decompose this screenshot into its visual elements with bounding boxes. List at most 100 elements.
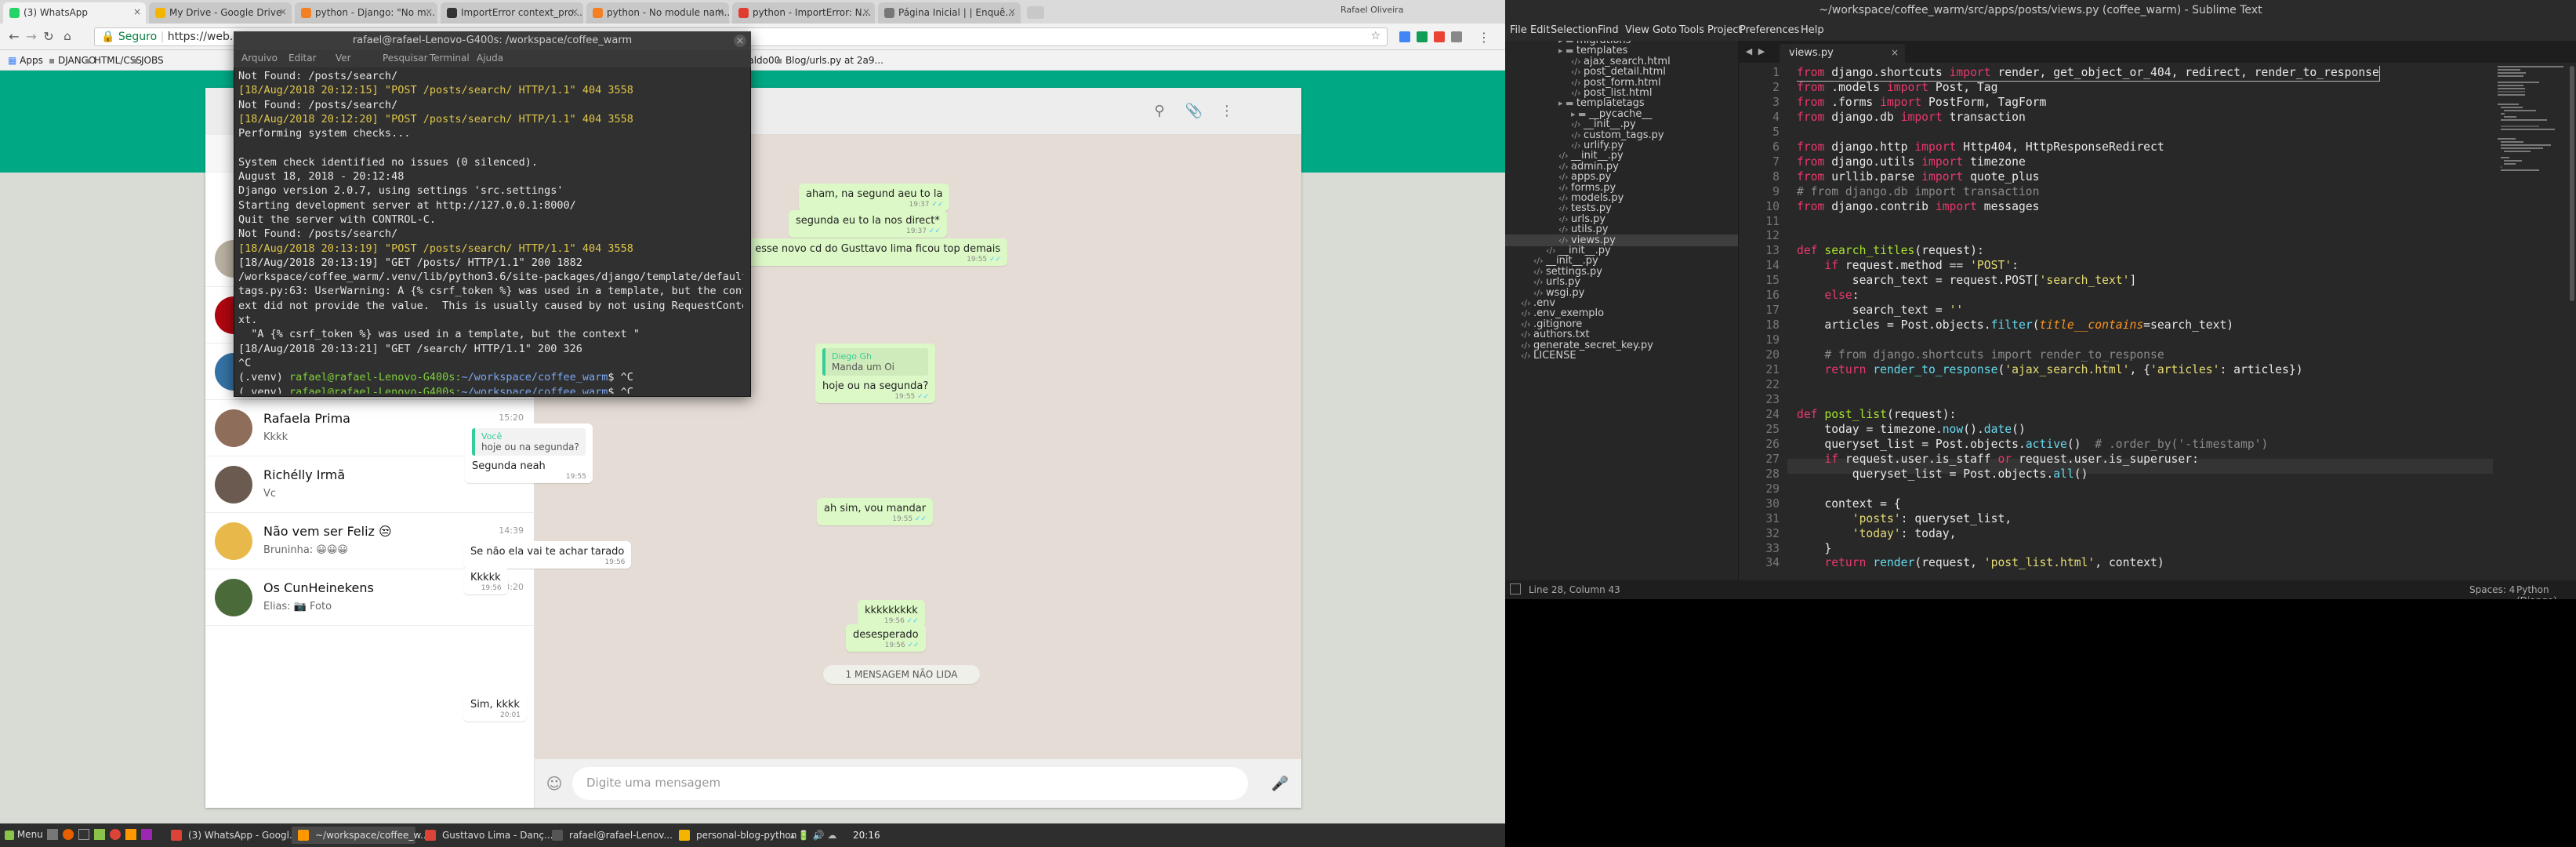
terminal-icon[interactable] bbox=[78, 829, 89, 840]
sublime-menu-item[interactable]: Project bbox=[1707, 24, 1742, 36]
taskbar-window-button[interactable]: (3) WhatsApp - Googl... bbox=[165, 827, 298, 844]
extension-icon[interactable] bbox=[1434, 31, 1445, 42]
editor-tab[interactable]: views.py × bbox=[1780, 44, 1905, 63]
code-line: if request.method == 'POST': bbox=[1824, 259, 2019, 273]
microphone-icon[interactable]: 🎤 bbox=[1270, 773, 1290, 794]
taskbar-window-button[interactable]: ~/workspace/coffee_w... bbox=[292, 827, 430, 844]
clock[interactable]: 20:16 bbox=[853, 830, 880, 841]
sublime-menu-item[interactable]: View bbox=[1625, 24, 1649, 36]
browser-tab[interactable]: (3) WhatsApp × bbox=[3, 2, 146, 24]
chevron-right-icon[interactable]: ▶ bbox=[1756, 45, 1767, 56]
file-tree-item[interactable]: ‹/› LICENSE bbox=[1521, 350, 1576, 362]
browser-tab[interactable]: ImportError context_pro... × bbox=[441, 2, 583, 24]
terminal-menu-item[interactable]: Arquivo bbox=[241, 53, 278, 64]
sublime-menu-item[interactable]: File bbox=[1510, 24, 1527, 36]
terminal-menu-item[interactable]: Pesquisar bbox=[383, 53, 428, 64]
folder-icon: ▸ ▬ bbox=[1571, 108, 1589, 119]
kebab-menu-icon[interactable]: ⋮ bbox=[1478, 30, 1490, 45]
extension-icon[interactable] bbox=[1417, 31, 1428, 42]
terminal-output[interactable]: Not Found: /posts/search/[18/Aug/2018 20… bbox=[238, 69, 743, 394]
close-icon[interactable]: × bbox=[1891, 47, 1899, 58]
close-icon[interactable]: × bbox=[425, 6, 433, 17]
close-icon[interactable]: × bbox=[133, 6, 141, 17]
sublime-menu-item[interactable]: Help bbox=[1801, 24, 1824, 36]
app-icon[interactable] bbox=[141, 829, 152, 840]
code-line: } bbox=[1824, 541, 1832, 555]
files-icon[interactable] bbox=[94, 829, 105, 840]
taskbar-window-button[interactable]: Gusttavo Lima - Danç... bbox=[419, 827, 553, 844]
file-icon: ‹/› bbox=[1533, 266, 1547, 277]
bookmark-item[interactable]: ▦ Apps bbox=[8, 55, 43, 66]
close-icon[interactable]: × bbox=[1008, 6, 1016, 17]
sublime-menu-item[interactable]: Goto bbox=[1653, 24, 1677, 36]
firefox-icon[interactable] bbox=[63, 829, 74, 840]
browser-tab[interactable]: python - Django: "No m... × bbox=[295, 2, 437, 24]
terminal-menu-item[interactable]: Terminal bbox=[430, 53, 470, 64]
bookmark-item[interactable]: ▪ JOBS bbox=[132, 55, 164, 66]
paperclip-icon[interactable]: 📎 bbox=[1184, 100, 1204, 121]
minimap-line bbox=[2501, 169, 2539, 171]
browser-tab[interactable]: My Drive - Google Drive × bbox=[149, 2, 292, 24]
message-text: Sim, kkkk bbox=[470, 699, 520, 711]
new-tab-button[interactable] bbox=[1027, 6, 1044, 19]
apps-icon: ▦ bbox=[8, 55, 20, 66]
message-time: 19:55 ✓✓ bbox=[967, 256, 1002, 264]
message-text: Kkkkk bbox=[470, 571, 501, 583]
status-spaces[interactable]: Spaces: 4 bbox=[2469, 584, 2515, 595]
profile-name[interactable]: Rafael Oliveira bbox=[1341, 5, 1403, 15]
terminal-menu-item[interactable]: Ajuda bbox=[477, 53, 503, 64]
kebab-menu-icon[interactable]: ⋮ bbox=[1217, 100, 1237, 121]
close-icon[interactable]: × bbox=[571, 6, 579, 17]
file-icon: ‹/› bbox=[1558, 224, 1572, 235]
taskbar-window-button[interactable]: personal-blog-python bbox=[673, 827, 796, 844]
scrollbar[interactable] bbox=[2570, 66, 2574, 301]
message-input[interactable]: Digite uma mensagem bbox=[572, 767, 1248, 800]
start-menu-button[interactable]: Menu bbox=[5, 829, 43, 840]
sublime-menu-item[interactable]: Preferences bbox=[1740, 24, 1799, 36]
status-icon[interactable] bbox=[1510, 583, 1521, 594]
code-line: from django.shortcuts import render, get… bbox=[1797, 66, 2380, 82]
file-icon: ‹/› bbox=[1521, 298, 1534, 308]
browser-tab[interactable]: python - No module nam... × bbox=[586, 2, 729, 24]
back-icon[interactable]: ← bbox=[6, 28, 22, 44]
extension-icon[interactable] bbox=[1451, 31, 1462, 42]
minimap[interactable] bbox=[2498, 66, 2573, 576]
terminal-menu-item[interactable]: Editar bbox=[288, 53, 317, 64]
reload-icon[interactable]: ↻ bbox=[41, 28, 56, 44]
unread-divider: 1 MENSAGEM NÃO LIDA bbox=[823, 665, 980, 684]
browser-tab[interactable]: python - ImportError: N... × bbox=[732, 2, 875, 24]
code-line: context = { bbox=[1824, 496, 1901, 511]
emoji-icon[interactable]: ☺ bbox=[544, 773, 564, 794]
avatar bbox=[215, 579, 252, 616]
bookmark-item[interactable]: ▪ Blog/urls.py at 2a9... bbox=[776, 55, 883, 66]
sublime-icon[interactable] bbox=[125, 829, 136, 840]
close-icon[interactable]: × bbox=[734, 35, 746, 47]
extension-icon[interactable] bbox=[1399, 31, 1410, 42]
code-view[interactable]: from django.shortcuts import render, get… bbox=[1797, 66, 2494, 577]
search-icon[interactable]: ⚲ bbox=[1149, 100, 1170, 121]
close-icon[interactable]: × bbox=[862, 6, 870, 17]
chevron-left-icon[interactable]: ◀ bbox=[1743, 45, 1754, 56]
sublime-menu-item[interactable]: Selection bbox=[1551, 24, 1598, 36]
home-icon[interactable]: ⌂ bbox=[60, 28, 75, 44]
close-icon[interactable]: × bbox=[717, 6, 724, 17]
file-icon: ‹/› bbox=[1571, 88, 1584, 98]
terminal-menu-item[interactable]: Ver bbox=[336, 53, 351, 64]
sublime-menu-item[interactable]: Find bbox=[1598, 24, 1619, 36]
desktop-icon[interactable] bbox=[47, 829, 58, 840]
taskbar-window-button[interactable]: rafael@rafael-Lenov... bbox=[546, 827, 673, 844]
chrome-icon[interactable] bbox=[110, 829, 121, 840]
terminal-line: August 18, 2018 - 20:12:48 bbox=[238, 170, 405, 184]
file-tree-item[interactable]: ‹/› views.py bbox=[1505, 234, 1738, 246]
browser-tab[interactable]: Página Inicial | | Enquê... × bbox=[878, 2, 1021, 24]
sublime-menu-item[interactable]: Edit bbox=[1530, 24, 1550, 36]
terminal-line: [18/Aug/2018 20:12:15] "POST /posts/sear… bbox=[238, 84, 633, 97]
sublime-menu-item[interactable]: Tools bbox=[1679, 24, 1704, 36]
close-icon[interactable]: × bbox=[279, 6, 287, 17]
browser-tab-label: (3) WhatsApp bbox=[24, 7, 89, 18]
forward-icon[interactable]: → bbox=[24, 28, 39, 44]
quicklaunch-icons bbox=[47, 829, 157, 842]
star-icon[interactable]: ☆ bbox=[1370, 30, 1381, 42]
file-icon: ‹/› bbox=[1521, 340, 1534, 351]
